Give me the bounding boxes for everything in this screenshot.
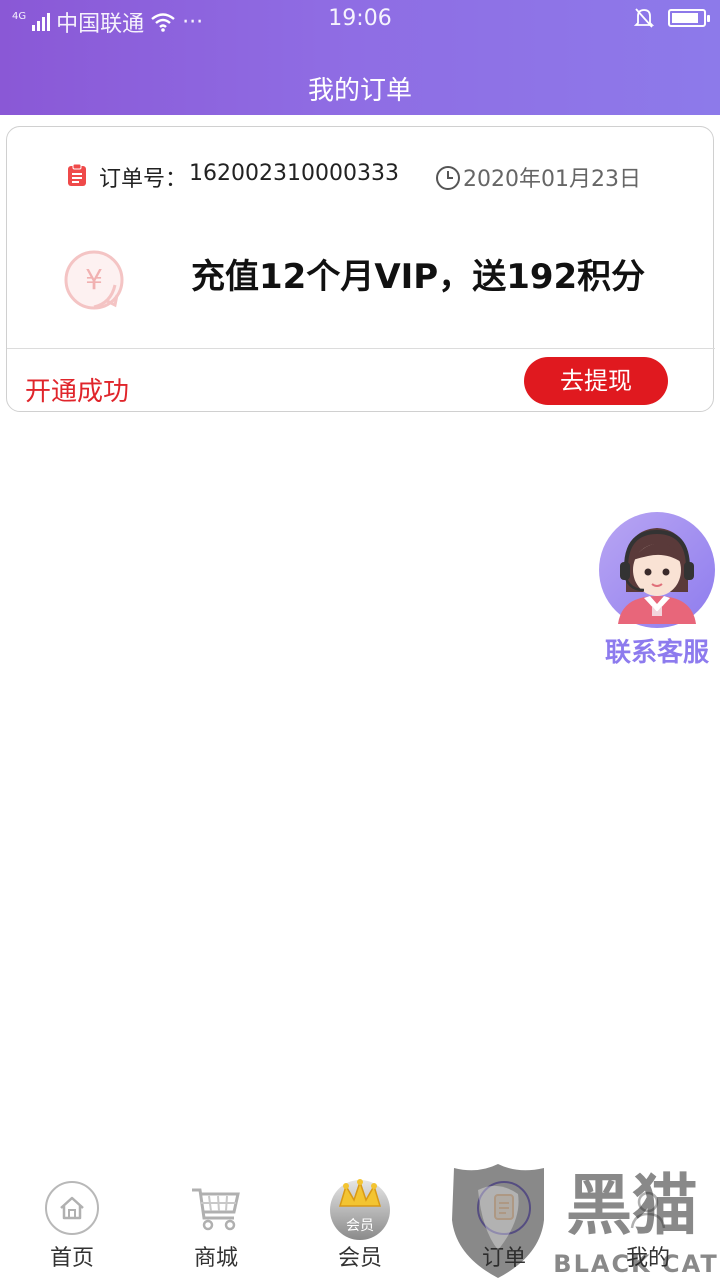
nav-mall-label: 商城 xyxy=(193,1246,238,1271)
home-icon xyxy=(45,1181,99,1235)
status-bar: 4G 中国联通 ··· 19:06 xyxy=(0,0,720,40)
user-icon xyxy=(630,1191,666,1229)
nav-mine[interactable]: 我的 xyxy=(576,1170,720,1280)
order-card[interactable]: 订单号： 162002310000333 2020年01月23日 ¥ 充值12个… xyxy=(6,126,715,412)
nav-vip[interactable]: 会员 会员 xyxy=(288,1170,432,1280)
customer-service-label: 联系客服 xyxy=(604,638,709,668)
nav-orders-label: 订单 xyxy=(481,1246,526,1271)
clipboard-icon xyxy=(68,163,86,186)
nav-home[interactable]: 首页 xyxy=(0,1170,144,1280)
clock-icon xyxy=(436,166,460,190)
order-number: 162002310000333 xyxy=(189,161,399,186)
nav-orders[interactable]: 订单 xyxy=(432,1170,576,1280)
battery-icon xyxy=(668,9,710,27)
order-icon xyxy=(477,1181,531,1235)
card-divider xyxy=(7,348,715,349)
bottom-nav: 首页 商城 会员 会员 订单 我的 xyxy=(0,1170,720,1280)
support-agent-icon xyxy=(599,512,715,628)
page-title: 我的订单 xyxy=(307,76,412,106)
order-number-label: 订单号： xyxy=(99,167,188,192)
nav-mine-label: 我的 xyxy=(625,1246,670,1271)
order-status: 开通成功 xyxy=(25,377,130,407)
status-time: 19:06 xyxy=(328,6,392,31)
svg-text:¥: ¥ xyxy=(85,263,103,296)
cart-icon xyxy=(192,1188,240,1231)
yuan-coin-icon: ¥ xyxy=(64,250,124,310)
nav-mall[interactable]: 商城 xyxy=(144,1170,288,1280)
order-info-row: 订单号： 162002310000333 2020年01月23日 xyxy=(7,157,715,193)
app-header: 4G 中国联通 ··· 19:06 我的订单 xyxy=(0,0,720,115)
vip-badge-text: 会员 xyxy=(346,1218,374,1234)
customer-service-button[interactable]: 联系客服 xyxy=(596,512,718,672)
bell-muted-icon xyxy=(634,8,654,28)
product-title: 充值12个月VIP，送192积分 xyxy=(191,257,646,297)
nav-home-label: 首页 xyxy=(49,1246,94,1271)
order-date: 2020年01月23日 xyxy=(463,167,641,192)
crown-icon: 会员 xyxy=(330,1179,390,1240)
nav-vip-label: 会员 xyxy=(337,1246,382,1271)
withdraw-button[interactable]: 去提现 xyxy=(524,357,668,405)
